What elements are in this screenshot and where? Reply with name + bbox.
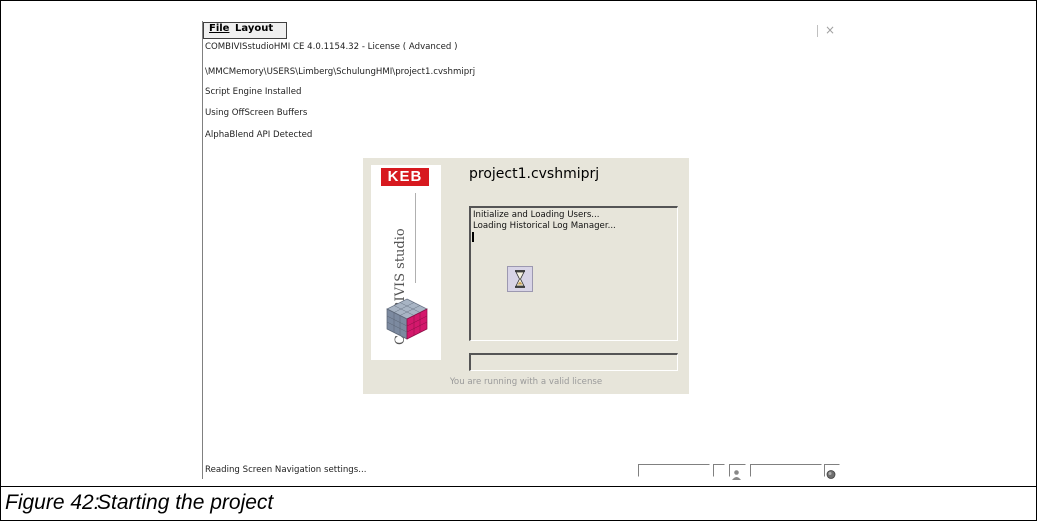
log-line-project-path: \MMCMemory\USERS\Limberg\SchulungHMI\pro… <box>205 67 476 77</box>
status-pane <box>750 464 822 477</box>
caption-divider <box>1 486 1036 487</box>
text-caret <box>472 232 474 242</box>
log-line-version: COMBIVISstudioHMI CE 4.0.1154.32 - Licen… <box>205 42 458 52</box>
status-bar: Reading Screen Navigation settings... <box>203 463 841 480</box>
log-line-alphablend: AlphaBlend API Detected <box>205 130 313 140</box>
figure-frame: File Layout × COMBIVISstudioHMI CE 4.0.1… <box>0 0 1037 521</box>
menu-bar: File Layout <box>203 22 287 39</box>
status-pane <box>638 464 710 477</box>
product-cube-icon <box>386 298 428 340</box>
title-separator <box>817 25 818 37</box>
keb-logo: KEB <box>381 168 429 186</box>
status-pane <box>713 464 725 477</box>
menu-layout[interactable]: Layout <box>235 23 273 34</box>
status-message: Reading Screen Navigation settings... <box>205 465 367 475</box>
project-title: project1.cvshmiprj <box>469 166 600 182</box>
progress-bar <box>469 353 678 371</box>
loading-log-line: Initialize and Loading Users... <box>473 210 600 220</box>
log-line-script-engine: Script Engine Installed <box>205 87 302 97</box>
log-line-offscreen: Using OffScreen Buffers <box>205 108 308 118</box>
figure-caption: Figure 42:Starting the project <box>5 491 273 515</box>
loading-log-box: Initialize and Loading Users... Loading … <box>469 206 678 341</box>
record-icon <box>824 464 840 479</box>
splash-screen: KEB COMBIVIS studio project1.cvshmiprj I… <box>363 158 689 394</box>
license-text: You are running with a valid license <box>449 377 603 387</box>
logo-panel: KEB COMBIVIS studio <box>371 165 441 360</box>
figure-number: Figure 42: <box>5 491 100 514</box>
hmi-window: File Layout × COMBIVISstudioHMI CE 4.0.1… <box>202 21 841 480</box>
loading-log-line: Loading Historical Log Manager... <box>473 221 616 231</box>
user-icon <box>729 464 746 480</box>
figure-caption-text: Starting the project <box>97 491 274 514</box>
hourglass-icon <box>507 266 533 292</box>
decorative-line <box>415 193 416 283</box>
close-icon[interactable]: × <box>825 23 835 37</box>
menu-file[interactable]: File <box>209 23 229 34</box>
